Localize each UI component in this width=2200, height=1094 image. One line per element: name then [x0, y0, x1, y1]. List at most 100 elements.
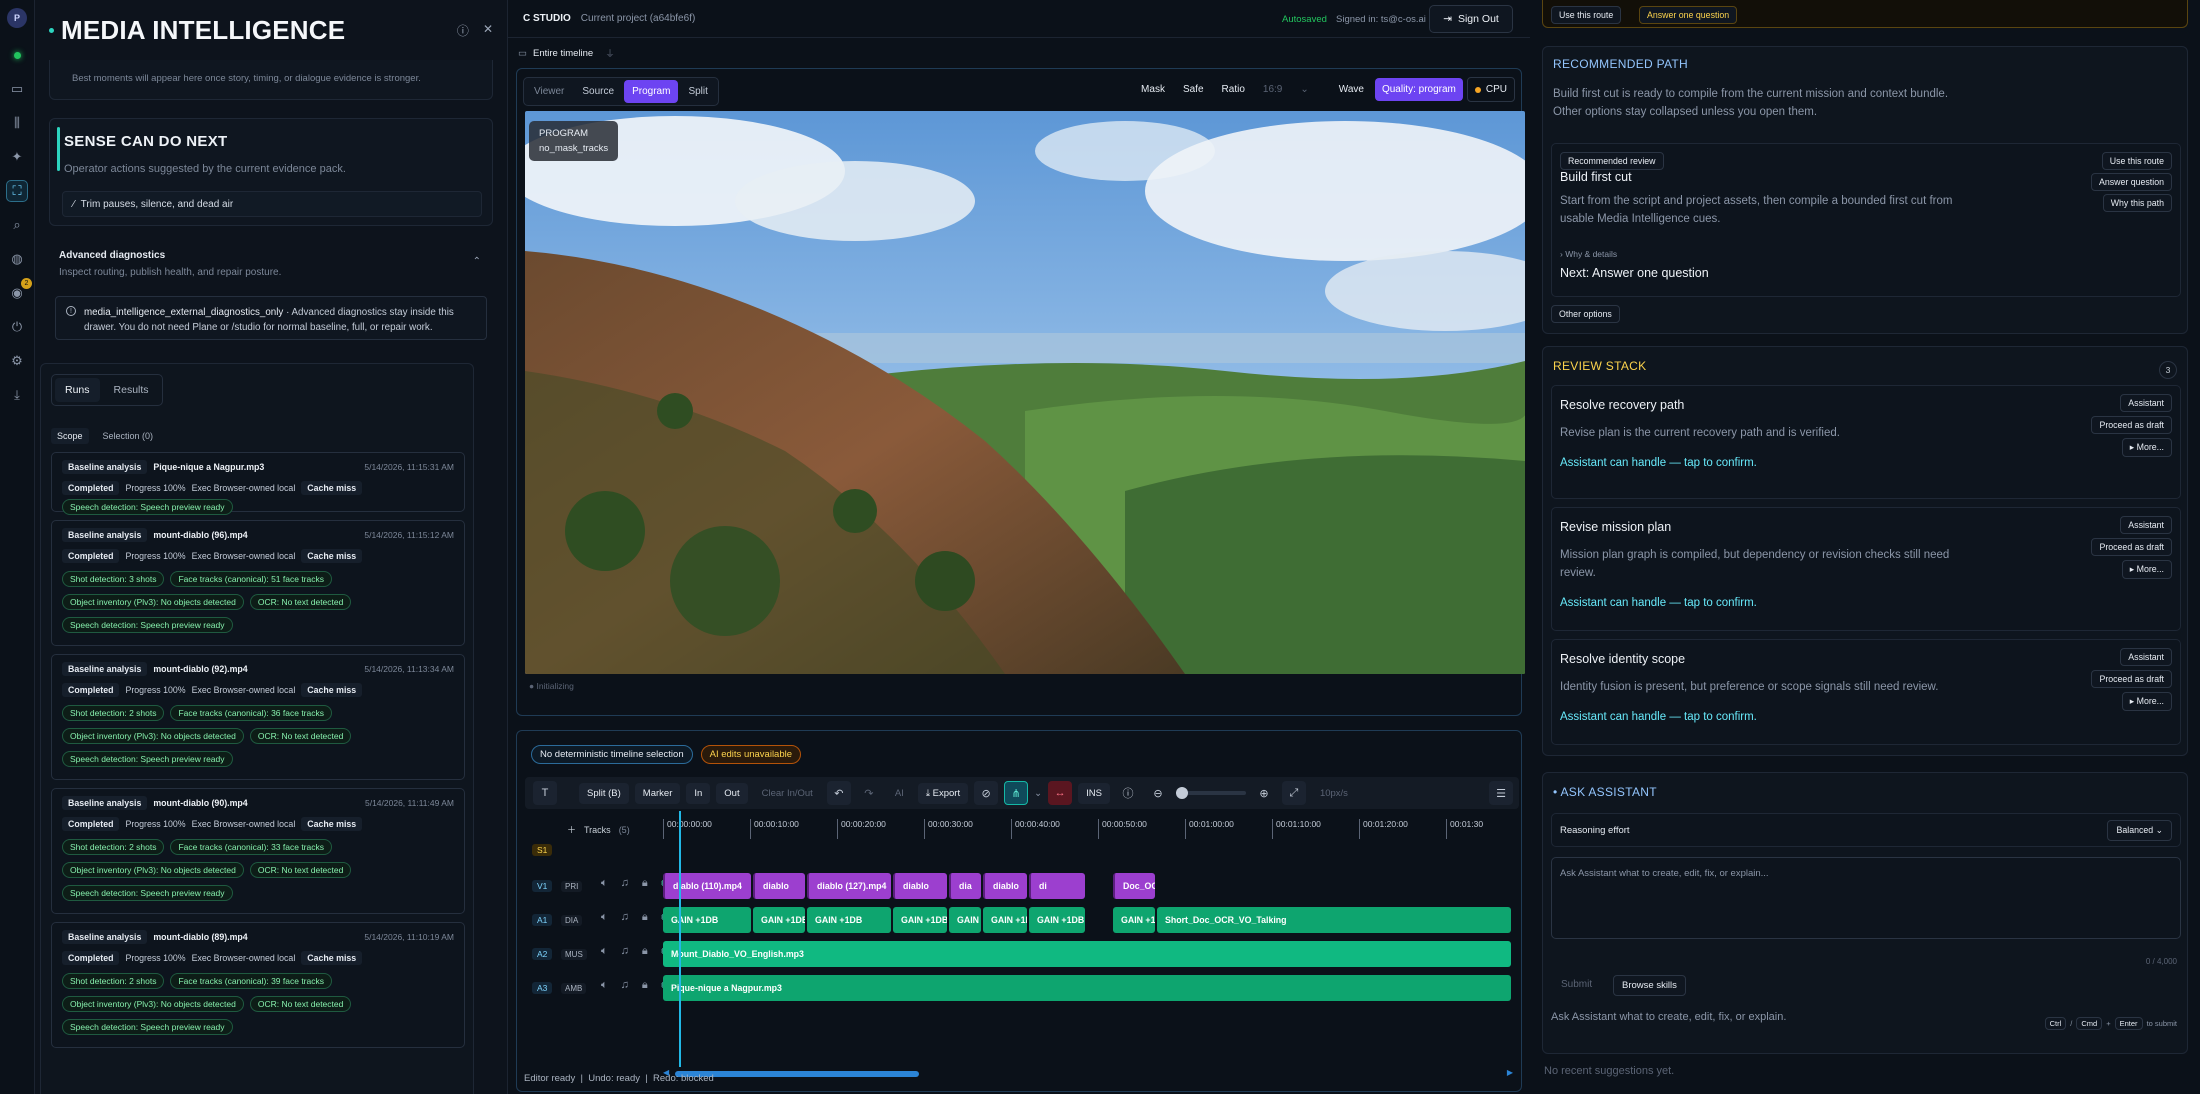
- tab-program[interactable]: Program: [624, 79, 679, 103]
- audio-clip[interactable]: GAIN +1DB: [663, 907, 751, 933]
- export-button[interactable]: ⤓ Export: [917, 782, 969, 804]
- fit-icon[interactable]: ⤢: [1281, 781, 1306, 805]
- audio-clip[interactable]: GAIN +1DB: [1029, 907, 1085, 933]
- ripple-icon[interactable]: ↔: [1048, 781, 1073, 805]
- video-clip[interactable]: diablo (127).mp4: [807, 873, 891, 899]
- download-icon[interactable]: ⤓: [6, 384, 28, 406]
- pin-icon[interactable]: ⏚: [605, 46, 615, 60]
- answer-question-button[interactable]: Answer question: [2090, 173, 2172, 191]
- info-icon[interactable]: ⓘ: [1116, 781, 1140, 805]
- undo-icon[interactable]: ↶: [826, 781, 851, 805]
- assistant-cta[interactable]: Assistant can handle — tap to confirm.: [1560, 594, 1757, 612]
- lock-icon[interactable]: 🔒︎: [642, 979, 648, 992]
- hide-icon[interactable]: ⊘: [974, 781, 999, 805]
- out-button[interactable]: Out: [716, 782, 748, 804]
- video-clip[interactable]: dia: [949, 873, 981, 899]
- proceed-draft-button[interactable]: Proceed as draft: [2091, 670, 2172, 688]
- help-icon[interactable]: ⓘ: [457, 22, 469, 39]
- speaker-icon[interactable]: 🔈︎: [601, 945, 608, 958]
- zoom-slider-handle[interactable]: [1175, 787, 1188, 799]
- more-button[interactable]: ▸ More...: [2121, 692, 2172, 711]
- eye-icon[interactable]: ◉ 2: [6, 278, 32, 304]
- sign-out-button[interactable]: ⇥ Sign Out: [1429, 5, 1513, 33]
- why-path-button[interactable]: Why this path: [2102, 194, 2172, 212]
- run-card[interactable]: Baseline analysis mount-diablo (92).mp4 5…: [51, 654, 465, 780]
- music-clip[interactable]: Mount_Diablo_VO_English.mp3: [663, 941, 1511, 967]
- video-clip[interactable]: Doc_OCR_VO_Talking: [1113, 873, 1155, 899]
- media-intelligence-icon[interactable]: ⛶: [6, 180, 28, 202]
- video-clip[interactable]: diablo: [893, 873, 947, 899]
- audio-clip[interactable]: GAIN +1DB: [893, 907, 947, 933]
- text-tool-icon[interactable]: T: [533, 781, 557, 805]
- lock-icon[interactable]: 🔒︎: [642, 877, 648, 890]
- chevron-up-icon[interactable]: ⌃: [473, 256, 481, 267]
- avatar[interactable]: P: [7, 8, 27, 28]
- run-card[interactable]: Baseline analysis Pique-nique a Nagpur.mp…: [51, 452, 465, 515]
- ai-button[interactable]: AI: [887, 783, 912, 804]
- scope-button[interactable]: Scope: [51, 428, 89, 444]
- tab-source[interactable]: Source: [574, 80, 622, 103]
- redo-icon[interactable]: ↷: [857, 781, 881, 805]
- audio-clip[interactable]: GAIN +1DB: [983, 907, 1027, 933]
- program-monitor[interactable]: [525, 111, 1525, 674]
- tracks-button[interactable]: ＋ Tracks (5): [567, 823, 630, 836]
- audio-clip[interactable]: GAIN +1DB: [753, 907, 805, 933]
- plug-icon[interactable]: ⏻: [6, 316, 28, 338]
- video-clip[interactable]: di: [1029, 873, 1085, 899]
- music-note-icon[interactable]: ♫: [621, 945, 629, 958]
- timeline-scrollbar[interactable]: ◀ ▶: [663, 1068, 1513, 1077]
- reasoning-select[interactable]: Balanced ⌄: [2107, 820, 2172, 841]
- why-details-toggle[interactable]: › Why & details: [1560, 249, 1617, 259]
- folder-icon[interactable]: ▭: [6, 78, 28, 100]
- video-clip[interactable]: diablo: [983, 873, 1027, 899]
- library-icon[interactable]: ⫼: [6, 112, 28, 134]
- run-card[interactable]: Baseline analysis mount-diablo (96).mp4 5…: [51, 520, 465, 646]
- assistant-button[interactable]: Assistant: [2120, 648, 2172, 666]
- cpu-indicator[interactable]: CPU: [1466, 77, 1515, 102]
- safe-toggle[interactable]: Safe: [1176, 78, 1211, 101]
- assistant-cta[interactable]: Assistant can handle — tap to confirm.: [1560, 708, 1757, 726]
- close-icon[interactable]: ✕: [483, 22, 493, 39]
- magic-wand-icon[interactable]: ✦: [6, 146, 28, 168]
- other-options-button[interactable]: Other options: [1551, 305, 1620, 323]
- mask-toggle[interactable]: Mask: [1134, 78, 1172, 101]
- speaker-icon[interactable]: 🔈︎: [601, 979, 608, 992]
- timeline-scope-label[interactable]: Entire timeline: [533, 48, 593, 59]
- video-clip[interactable]: diablo (110).mp4: [663, 873, 751, 899]
- time-ruler[interactable]: 00:00:00:00 00:00:10:00 00:00:20:00 00:00:3…: [663, 815, 1513, 839]
- music-note-icon[interactable]: ♫: [621, 911, 629, 924]
- magnet-snap-icon[interactable]: ⋔: [1004, 781, 1029, 805]
- submit-button[interactable]: Submit: [1561, 979, 1592, 990]
- ratio-select[interactable]: 16:9: [1256, 78, 1289, 101]
- in-button[interactable]: In: [686, 782, 711, 804]
- ask-textarea[interactable]: Ask Assistant what to create, edit, fix,…: [1551, 857, 2181, 939]
- trim-pauses-action[interactable]: ⁄ Trim pauses, silence, and dead air: [62, 191, 482, 217]
- tab-runs[interactable]: Runs: [55, 378, 100, 402]
- audio-clip[interactable]: GAIN +1DB: [807, 907, 891, 933]
- gear-icon[interactable]: ⚙: [6, 350, 28, 372]
- run-card[interactable]: Baseline analysis mount-diablo (90).mp4 5…: [51, 788, 465, 914]
- use-route-button[interactable]: Use this route: [1551, 6, 1622, 24]
- lock-icon[interactable]: 🔒︎: [642, 945, 648, 958]
- proceed-draft-button[interactable]: Proceed as draft: [2091, 538, 2172, 556]
- split-button[interactable]: Split (B): [579, 782, 629, 804]
- answer-one-button[interactable]: Answer one question: [1639, 6, 1738, 24]
- marker-button[interactable]: Marker: [634, 782, 681, 804]
- ambience-clip[interactable]: Pique-nique a Nagpur.mp3: [663, 975, 1511, 1001]
- assistant-button[interactable]: Assistant: [2120, 516, 2172, 534]
- assistant-cta[interactable]: Assistant can handle — tap to confirm.: [1560, 454, 1757, 472]
- chevron-down-icon[interactable]: ⌄: [1034, 788, 1042, 799]
- tab-results[interactable]: Results: [104, 378, 159, 402]
- more-button[interactable]: ▸ More...: [2121, 560, 2172, 579]
- wave-toggle[interactable]: Wave: [1332, 78, 1371, 101]
- proceed-draft-button[interactable]: Proceed as draft: [2091, 416, 2172, 434]
- audio-clip[interactable]: GAIN +1: [1113, 907, 1155, 933]
- audio-clip[interactable]: GAIN +1DB: [949, 907, 981, 933]
- globe-icon[interactable]: ◍: [6, 248, 28, 270]
- run-card[interactable]: Baseline analysis mount-diablo (89).mp4 5…: [51, 922, 465, 1048]
- more-button[interactable]: ▸ More...: [2121, 438, 2172, 457]
- zoom-in-icon[interactable]: ⊕: [1252, 781, 1276, 805]
- chevron-down-icon[interactable]: ⌄: [1293, 78, 1315, 101]
- browse-skills-button[interactable]: Browse skills: [1613, 975, 1686, 996]
- use-route-button[interactable]: Use this route: [2101, 152, 2172, 170]
